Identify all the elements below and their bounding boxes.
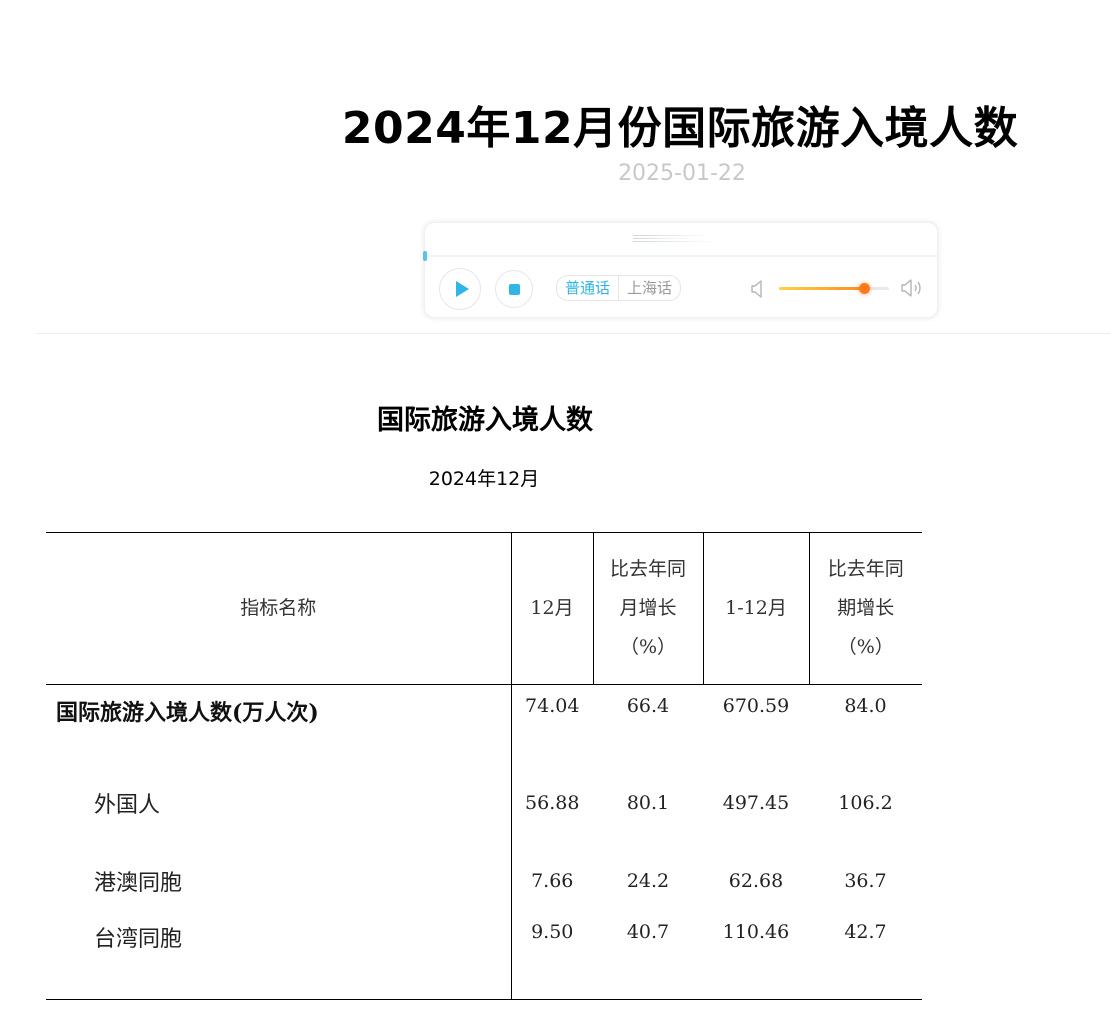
cell-month: 56.88 xyxy=(510,763,593,842)
header-divider xyxy=(36,333,1111,334)
column-header-line: 月增长 xyxy=(619,597,677,619)
row-name: 港澳同胞 xyxy=(94,871,183,897)
play-button[interactable] xyxy=(439,268,481,310)
cell-ytd: 497.45 xyxy=(722,791,790,814)
cell-month-growth: 80.1 xyxy=(626,791,670,814)
table-row: 外国人 56.88 80.1 497.45 106.2 xyxy=(46,763,922,842)
cell-ytd: 110.46 xyxy=(703,920,809,1000)
cell-ytd: 62.68 xyxy=(728,870,784,893)
column-header-line: 指标名称 xyxy=(240,597,317,619)
cell-month-growth: 40.7 xyxy=(593,920,703,1000)
report-title: 国际旅游入境人数 xyxy=(377,405,593,437)
cell-month: 7.66 xyxy=(510,842,593,921)
statistics-table: 指标名称 12月 比去年同 月增长 （%） 1-12月 比去年同 期增长 （%）… xyxy=(46,532,922,1000)
row-name: 外国人 xyxy=(94,792,161,818)
volume-slider[interactable] xyxy=(779,283,889,294)
cell-ytd: 670.59 xyxy=(722,695,790,717)
report-period: 2024年12月 xyxy=(428,468,540,490)
column-header-line: 比去年同 xyxy=(609,558,686,580)
cell-ytd-growth: 36.7 xyxy=(844,870,887,893)
cell-month: 9.50 xyxy=(510,920,593,1000)
column-header-line: 比去年同 xyxy=(827,558,904,580)
column-header-indicator: 指标名称 xyxy=(46,532,511,685)
publish-date: 2025-01-22 xyxy=(618,161,746,186)
lang-option-mandarin[interactable]: 普通话 xyxy=(557,276,620,300)
table-header-row: 指标名称 12月 比去年同 月增长 （%） 1-12月 比去年同 期增长 （%） xyxy=(46,532,922,685)
cell-month-growth: 24.2 xyxy=(626,870,670,893)
stop-icon xyxy=(509,284,520,295)
column-header-line: 12月 xyxy=(530,597,574,619)
playback-progress-track[interactable] xyxy=(425,255,937,257)
stop-button[interactable] xyxy=(495,270,533,308)
column-header-ytd-growth: 比去年同 期增长 （%） xyxy=(808,532,922,685)
volume-low-icon[interactable] xyxy=(751,279,765,299)
column-header-line: （%） xyxy=(837,636,894,658)
volume-slider-fill xyxy=(779,287,864,290)
waveform xyxy=(633,235,723,247)
cell-ytd-growth: 84.0 xyxy=(844,695,887,717)
lang-option-shanghainese[interactable]: 上海话 xyxy=(619,276,680,300)
volume-slider-knob[interactable] xyxy=(858,283,870,294)
play-icon xyxy=(456,281,469,297)
dialect-switch: 普通话 上海话 xyxy=(556,275,682,301)
column-header-month-growth: 比去年同 月增长 （%） xyxy=(592,532,703,685)
volume-high-icon[interactable] xyxy=(901,277,925,299)
cell-ytd-growth: 42.7 xyxy=(809,920,922,1000)
column-header-month: 12月 xyxy=(510,532,593,685)
table-row: 台湾同胞 9.50 40.7 110.46 42.7 xyxy=(46,920,922,1000)
audio-player: 普通话 上海话 xyxy=(423,222,938,318)
column-header-ytd: 1-12月 xyxy=(702,532,809,685)
column-header-line: （%） xyxy=(619,636,677,658)
table-row: 国际旅游入境人数(万人次) 74.04 66.4 670.59 84.0 xyxy=(46,684,922,764)
page-title: 2024年12月份国际旅游入境人数 xyxy=(341,103,1019,155)
column-header-line: 1-12月 xyxy=(725,597,787,619)
row-name: 台湾同胞 xyxy=(46,920,511,1000)
cell-month-growth: 66.4 xyxy=(626,695,670,717)
column-header-line: 期增长 xyxy=(837,597,895,619)
playback-progress-handle[interactable] xyxy=(423,251,427,261)
table-row: 港澳同胞 7.66 24.2 62.68 36.7 xyxy=(46,842,922,921)
cell-ytd-growth: 106.2 xyxy=(838,791,893,814)
cell-month: 74.04 xyxy=(510,684,593,764)
row-name: 国际旅游入境人数(万人次) xyxy=(56,700,319,726)
